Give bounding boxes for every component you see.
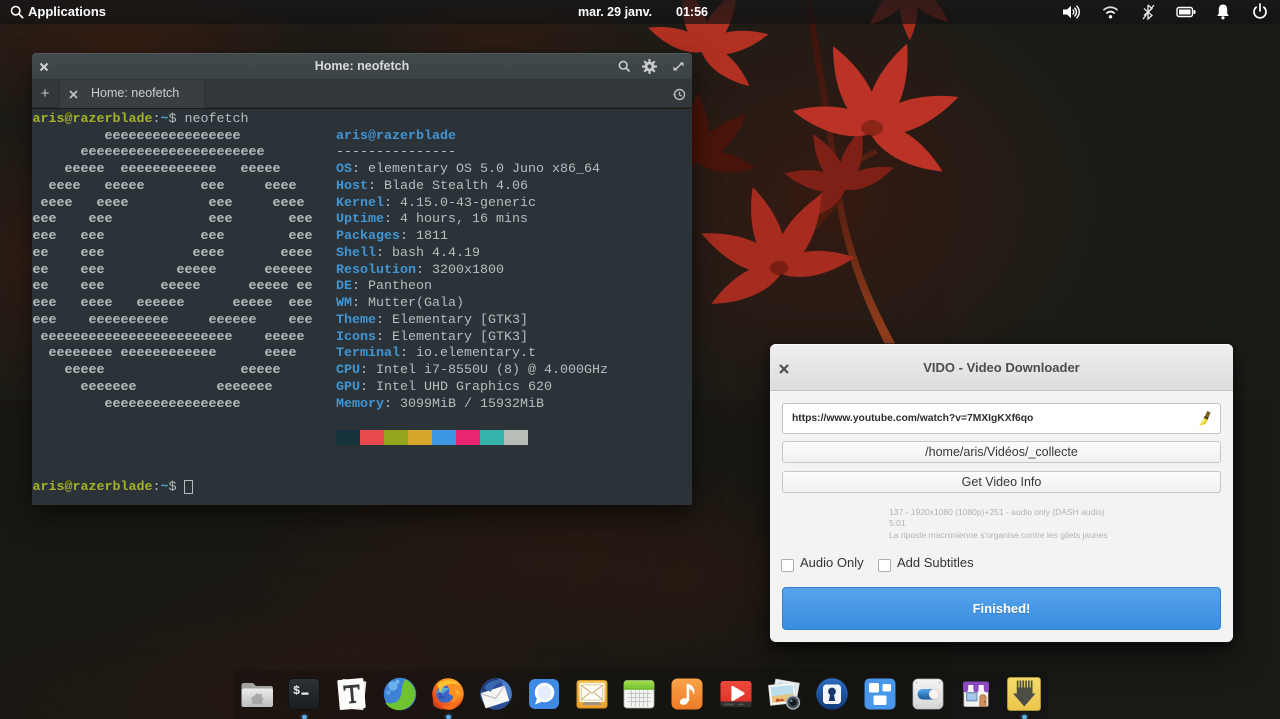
svg-text:$: $ [293, 684, 300, 698]
